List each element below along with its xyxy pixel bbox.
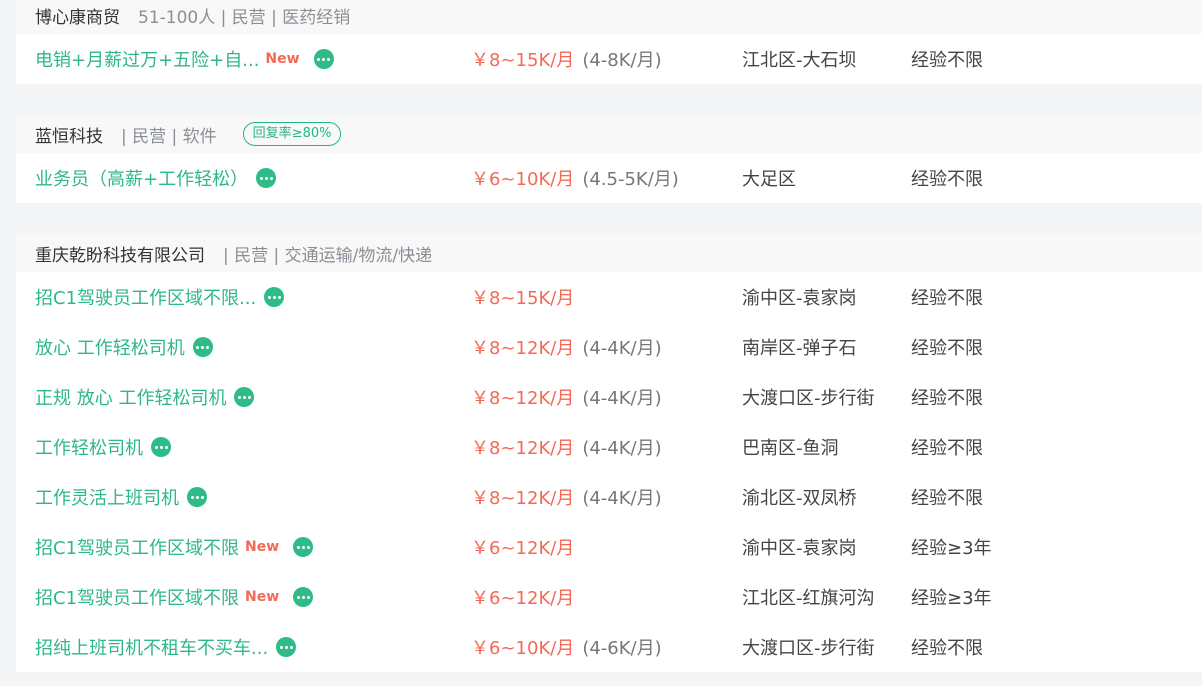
job-row[interactable]: 招C1驾驶员工作区域不限 New ￥6~12K/月 渝中区-袁家岗 经验≥3年 bbox=[16, 522, 1202, 572]
company-card: 重庆乾盼科技有限公司 | 民营 | 交通运输/物流/快递 招C1驾驶员工作区域不… bbox=[16, 234, 1202, 672]
job-title-link[interactable]: 正规 放心 工作轻松司机 bbox=[35, 384, 226, 410]
salary: ￥8~12K/月 bbox=[471, 438, 575, 459]
job-row[interactable]: 招纯上班司机不租车不买车... ￥6~10K/月 (4-6K/月) 大渡口区-步… bbox=[16, 622, 1202, 672]
company-meta: 51-100人 | 民营 | 医药经销 bbox=[138, 7, 351, 28]
company-header: 博心康商贸 51-100人 | 民营 | 医药经销 bbox=[16, 0, 1202, 34]
salary: ￥8~15K/月 bbox=[471, 288, 575, 309]
job-area: 渝中区-袁家岗 bbox=[742, 288, 857, 309]
job-row[interactable]: 工作轻松司机 ￥8~12K/月 (4-4K/月) 巴南区-鱼洞 经验不限 bbox=[16, 422, 1202, 472]
company-header: 重庆乾盼科技有限公司 | 民营 | 交通运输/物流/快递 bbox=[16, 234, 1202, 272]
chat-bubble-icon[interactable] bbox=[293, 587, 314, 607]
job-experience: 经验不限 bbox=[911, 488, 983, 509]
job-experience: 经验不限 bbox=[911, 438, 983, 459]
chat-bubble-icon[interactable] bbox=[293, 537, 314, 557]
chat-bubble-icon[interactable] bbox=[264, 287, 285, 307]
job-experience: 经验不限 bbox=[911, 50, 983, 71]
job-row[interactable]: 正规 放心 工作轻松司机 ￥8~12K/月 (4-4K/月) 大渡口区-步行街 … bbox=[16, 372, 1202, 422]
chat-bubble-icon[interactable] bbox=[234, 387, 255, 407]
company-card: 蓝恒科技 | 民营 | 软件 回复率≥80% 业务员（高薪+工作轻松） ￥6~1… bbox=[16, 115, 1202, 203]
job-row[interactable]: 工作灵活上班司机 ￥8~12K/月 (4-4K/月) 渝北区-双凤桥 经验不限 bbox=[16, 472, 1202, 522]
job-area: 渝中区-袁家岗 bbox=[742, 538, 857, 559]
job-title-link[interactable]: 放心 工作轻松司机 bbox=[35, 334, 185, 360]
salary-range-detail: (4-4K/月) bbox=[582, 338, 662, 359]
job-experience: 经验不限 bbox=[911, 169, 983, 190]
job-title-link[interactable]: 招纯上班司机不租车不买车... bbox=[35, 634, 268, 660]
job-row[interactable]: 业务员（高薪+工作轻松） ￥6~10K/月 (4.5-5K/月) 大足区 经验不… bbox=[16, 153, 1202, 203]
salary-range-detail: (4-4K/月) bbox=[582, 388, 662, 409]
job-area: 江北区-红旗河沟 bbox=[742, 588, 875, 609]
company-card: 博心康商贸 51-100人 | 民营 | 医药经销 电销+月薪过万+五险+自..… bbox=[16, 0, 1202, 84]
job-list: 电销+月薪过万+五险+自... New ￥8~15K/月 (4-8K/月) 江北… bbox=[16, 34, 1202, 84]
job-experience: 经验不限 bbox=[911, 338, 983, 359]
company-header: 蓝恒科技 | 民营 | 软件 回复率≥80% bbox=[16, 115, 1202, 153]
job-area: 大渡口区-步行街 bbox=[742, 388, 875, 409]
job-area: 大渡口区-步行街 bbox=[742, 638, 875, 659]
chat-bubble-icon[interactable] bbox=[313, 49, 334, 69]
salary-range-detail: (4-4K/月) bbox=[582, 488, 662, 509]
salary: ￥6~12K/月 bbox=[471, 588, 575, 609]
salary-range-detail: (4-4K/月) bbox=[582, 438, 662, 459]
job-experience: 经验≥3年 bbox=[911, 538, 992, 559]
job-row[interactable]: 电销+月薪过万+五险+自... New ￥8~15K/月 (4-8K/月) 江北… bbox=[16, 34, 1202, 84]
job-area: 南岸区-弹子石 bbox=[742, 338, 857, 359]
salary: ￥6~10K/月 bbox=[471, 638, 575, 659]
salary: ￥8~12K/月 bbox=[471, 488, 575, 509]
job-title-link[interactable]: 电销+月薪过万+五险+自... bbox=[35, 46, 259, 72]
salary: ￥8~12K/月 bbox=[471, 388, 575, 409]
job-title-link[interactable]: 业务员（高薪+工作轻松） bbox=[35, 165, 248, 191]
job-title-link[interactable]: 工作轻松司机 bbox=[35, 434, 143, 460]
job-row[interactable]: 招C1驾驶员工作区域不限 New ￥6~12K/月 江北区-红旗河沟 经验≥3年 bbox=[16, 572, 1202, 622]
chat-bubble-icon[interactable] bbox=[276, 637, 297, 657]
company-meta: | 民营 | 软件 bbox=[121, 126, 217, 147]
job-area: 渝北区-双凤桥 bbox=[742, 488, 857, 509]
job-title-link[interactable]: 招C1驾驶员工作区域不限 bbox=[35, 584, 239, 610]
company-name[interactable]: 蓝恒科技 bbox=[35, 122, 103, 147]
new-badge: New bbox=[245, 589, 280, 605]
new-badge: New bbox=[245, 539, 280, 555]
job-area: 大足区 bbox=[742, 169, 796, 190]
reply-rate-badge: 回复率≥80% bbox=[242, 122, 342, 146]
salary: ￥6~10K/月 bbox=[471, 169, 575, 190]
salary-range-detail: (4-8K/月) bbox=[582, 50, 662, 71]
company-name[interactable]: 重庆乾盼科技有限公司 bbox=[35, 241, 205, 266]
salary-range-detail: (4-6K/月) bbox=[582, 638, 662, 659]
job-title-link[interactable]: 招C1驾驶员工作区域不限 bbox=[35, 534, 239, 560]
job-experience: 经验不限 bbox=[911, 288, 983, 309]
job-list: 业务员（高薪+工作轻松） ￥6~10K/月 (4.5-5K/月) 大足区 经验不… bbox=[16, 153, 1202, 203]
chat-bubble-icon[interactable] bbox=[151, 437, 171, 457]
job-row[interactable]: 招C1驾驶员工作区域不限... ￥8~15K/月 渝中区-袁家岗 经验不限 bbox=[16, 272, 1202, 322]
job-area: 江北区-大石坝 bbox=[742, 50, 857, 71]
job-row[interactable]: 放心 工作轻松司机 ￥8~12K/月 (4-4K/月) 南岸区-弹子石 经验不限 bbox=[16, 322, 1202, 372]
company-meta: | 民营 | 交通运输/物流/快递 bbox=[223, 245, 433, 266]
job-area: 巴南区-鱼洞 bbox=[742, 438, 839, 459]
salary: ￥8~15K/月 bbox=[471, 50, 575, 71]
new-badge: New bbox=[265, 51, 300, 67]
company-name[interactable]: 博心康商贸 bbox=[35, 3, 120, 28]
salary-range-detail: (4.5-5K/月) bbox=[582, 169, 679, 190]
job-experience: 经验不限 bbox=[911, 388, 983, 409]
chat-bubble-icon[interactable] bbox=[192, 337, 213, 357]
chat-bubble-icon[interactable] bbox=[187, 487, 207, 507]
chat-bubble-icon[interactable] bbox=[256, 168, 277, 188]
salary: ￥6~12K/月 bbox=[471, 538, 575, 559]
job-list: 招C1驾驶员工作区域不限... ￥8~15K/月 渝中区-袁家岗 经验不限 放心… bbox=[16, 272, 1202, 672]
job-title-link[interactable]: 工作灵活上班司机 bbox=[35, 484, 179, 510]
job-experience: 经验不限 bbox=[911, 638, 983, 659]
job-experience: 经验≥3年 bbox=[911, 588, 992, 609]
salary: ￥8~12K/月 bbox=[471, 338, 575, 359]
job-title-link[interactable]: 招C1驾驶员工作区域不限... bbox=[35, 284, 256, 310]
